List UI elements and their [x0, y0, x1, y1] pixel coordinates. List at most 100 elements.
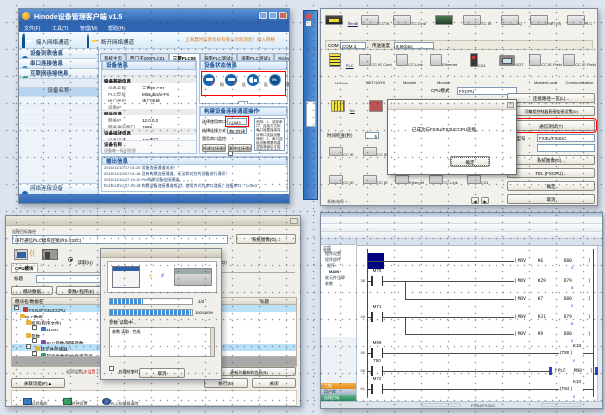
progress-titlebar[interactable]: PLC读取 — [101, 249, 221, 258]
clock-setting-item[interactable]: 时钟设置 — [58, 392, 92, 406]
progress-cancel-button[interactable]: 取消 — [139, 368, 185, 378]
sidebar-group-device-list[interactable]: 设备列表信息 — [19, 49, 98, 59]
ladder-instruction[interactable]: MOVK6D80 — [514, 259, 596, 264]
device-row[interactable]: 4Ricky — [19, 115, 98, 124]
plc-if-c24[interactable]: C24 — [461, 53, 494, 84]
module-data-button[interactable]: 模块数据 — [11, 286, 53, 295]
gateway-online-status: 网关在线 — [203, 73, 224, 94]
ladder-contact[interactable] — [371, 348, 383, 358]
dialog-close-button[interactable] — [290, 218, 298, 224]
ladder-coil[interactable]: (T80 ) — [559, 350, 573, 355]
dialog-titlebar[interactable]: 在线数据操作 — [6, 216, 300, 226]
group-label[interactable]: 设备描述信息 — [104, 131, 131, 135]
connection-channel-list-button[interactable]: 连接路径一览(L)... — [507, 93, 595, 103]
pc-if-ethernet-board[interactable]: Ethernet Board — [427, 12, 460, 39]
group-label[interactable]: 设备基础信息 — [104, 79, 131, 83]
remote-operation-item[interactable]: 远程操作 — [18, 392, 52, 406]
pc-if-ccie-field-board[interactable]: CC IE Field Board — [461, 12, 494, 39]
dialog-titlebar[interactable]: MELSOFT 应用程序 — [388, 100, 516, 110]
device-row[interactable]: 1西门子200PLC01 — [19, 88, 98, 97]
plc-if-ccie-head[interactable]: CC IE Field Communication Head Module — [563, 53, 596, 84]
period-input[interactable]: 10 — [238, 101, 248, 104]
pc-if-ccie-board[interactable]: CC IE Cont NET/10(H) Board — [359, 12, 392, 39]
sidebar-group-serial[interactable]: 串口连接信息 — [19, 59, 98, 69]
ladder-editor[interactable] — [357, 246, 597, 401]
pc-if-q-bus[interactable]: Q Series Bus — [495, 12, 528, 39]
read-radio[interactable]: 读取(U) — [68, 251, 93, 269]
pc-if-net2-board[interactable]: NET(II) Board — [529, 12, 562, 39]
ok-button[interactable]: 确定 — [507, 181, 595, 191]
related-functions-button[interactable]: 关联功能(F)▲ — [11, 378, 65, 388]
system-image-button[interactable]: 系统图像(G)... — [507, 155, 595, 165]
plc-if-cclink-module[interactable]: CC-Link Module — [393, 53, 426, 84]
plc-memory-clear-icon — [102, 398, 111, 405]
com-port-field[interactable]: COM 3 — [340, 42, 366, 49]
param-program-button[interactable]: 参数+程序(E) — [56, 286, 106, 295]
menu-tools[interactable]: 工具(T) — [52, 25, 68, 32]
network-device-button[interactable]: 网络连接设备 — [19, 183, 98, 194]
account-icon[interactable] — [23, 33, 25, 49]
ladder-vscrollbar[interactable] — [597, 246, 602, 401]
ladder-coil[interactable]: (T84 ) — [559, 386, 573, 391]
connect-mode-select[interactable]: 串口连接 — [227, 127, 247, 134]
prop-value[interactable]: 1989 — [142, 125, 152, 129]
ladder-contact[interactable] — [371, 366, 383, 376]
progress-track-2 — [109, 309, 193, 316]
cancel-button[interactable]: 取消 — [507, 194, 595, 204]
system-image-button[interactable]: 系统图像(G)... — [236, 234, 296, 244]
scrollbar[interactable] — [210, 328, 214, 356]
device-row[interactable]: 3海南PLC测试1 — [19, 106, 98, 115]
remove-channel-button[interactable]: 删除连接通道 — [228, 144, 252, 152]
ladder-instruction[interactable]: MOVK31D79 — [514, 315, 596, 320]
cpu-module-tab[interactable]: CPU模块 — [11, 263, 38, 272]
build-channel-button[interactable]: 构建连接通道 — [202, 144, 226, 152]
maximize-button[interactable] — [269, 12, 277, 19]
minimize-button[interactable] — [259, 12, 267, 19]
plc-if-plc-module[interactable]: PLC Module — [325, 53, 358, 84]
menu-manage[interactable]: 管理(M) — [80, 25, 98, 32]
baud-rate-field[interactable]: 9.6Kbps — [394, 42, 434, 49]
disconnect-network-button[interactable]: 断开网络通道 — [87, 34, 145, 47]
ladder-instruction[interactable]: PLFM98 — [554, 369, 592, 374]
ladder-contact[interactable] — [371, 276, 383, 286]
mid-ccie-cont[interactable]: CC IE Cont NET/10(H) — [325, 143, 358, 167]
page-prev-button[interactable]: ◀ — [471, 197, 479, 204]
titlebar[interactable]: Hinode设备管理客户端 v1.5 — [19, 9, 289, 23]
dialog-ok-button[interactable]: 确定 — [450, 156, 490, 167]
plc-if-ethernet-module[interactable]: Ethernet Module — [427, 53, 460, 84]
pc-if-plc-board[interactable]: PLC Board — [563, 12, 596, 39]
pc-if-serial-usb[interactable]: Serial USB — [325, 12, 358, 39]
ladder-instruction[interactable]: MOVK29D79 — [514, 279, 596, 284]
no-specification[interactable]: No Specification — [325, 99, 361, 127]
timer-preset: K10 — [573, 343, 581, 348]
device-row[interactable]: 2海南PLC测试2 — [19, 97, 98, 106]
menu-file[interactable]: 文件(F) — [24, 25, 40, 32]
ladder-contact[interactable] — [371, 312, 383, 322]
communication-test-button[interactable]: 通信测试(T) — [507, 120, 595, 131]
device-status-header: 设备状态信息 — [200, 61, 287, 70]
com-port-select[interactable]: COM3 — [227, 118, 247, 125]
tel-button[interactable]: TEL (FXCPU)... — [507, 168, 595, 178]
pc-if-cclink-board[interactable]: CC-Link Board — [393, 12, 426, 39]
ladder-contact[interactable] — [371, 384, 383, 394]
ladder-instruction[interactable]: MOVK9D80 — [514, 332, 596, 337]
progress-log[interactable]: 参数 读取 : 完成 — [109, 327, 215, 357]
direct-connection-button[interactable]: 可编程控制器直接连接设置(D) — [507, 106, 595, 116]
time-check-field[interactable]: 5 — [365, 132, 379, 139]
bot-ccie-cont[interactable]: CC IE Cont NET/10(H) — [325, 171, 358, 197]
ladder-instruction[interactable]: MOVK7D80 — [514, 297, 596, 302]
plc-if-got[interactable]: GOT — [495, 53, 528, 84]
prop-value[interactable]: 12.0.0.2 — [142, 118, 158, 122]
prop-value[interactable]: 串口连接 — [142, 99, 160, 103]
dialog-close-button[interactable] — [507, 102, 514, 108]
prop-value[interactable]: Mitsubishi-FX — [142, 92, 169, 96]
close-button[interactable] — [279, 12, 287, 19]
plc-memory-clear-item[interactable]: PLC存储器清除 — [98, 392, 142, 406]
plc-if-ccie-module[interactable]: CC IE Cont NET/10(H) Module — [359, 53, 392, 84]
page-next-button[interactable]: ▶ — [481, 197, 489, 204]
close-dialog-button[interactable]: 关闭 — [252, 378, 296, 388]
connect-network-button[interactable]: 接入网络通道 — [22, 34, 80, 47]
menu-help[interactable]: 帮助(H) — [108, 25, 125, 32]
sidebar-group-internet[interactable]: 互联网连接信息 — [19, 69, 98, 79]
plc-if-ccie-master[interactable]: CC IE Field Master/Local Module — [529, 53, 562, 84]
